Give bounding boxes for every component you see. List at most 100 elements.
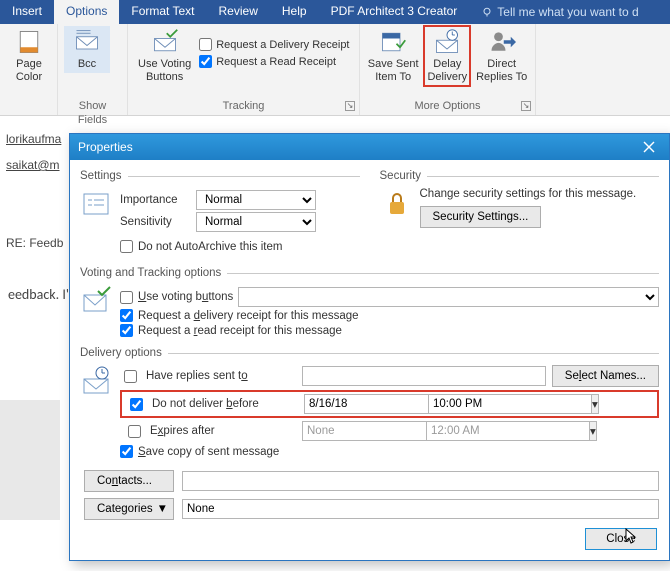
tab-help[interactable]: Help (270, 0, 319, 24)
tab-review[interactable]: Review (207, 0, 270, 24)
tell-me-search[interactable]: Tell me what you want to d (469, 0, 638, 24)
ribbon: Page Color Bcc Show Fields Use Voting Bu… (0, 24, 670, 116)
expires-time-caret[interactable]: ▾ (589, 421, 597, 441)
save-sent-item-button[interactable]: Save Sent Item To (366, 26, 420, 86)
delivery-legend: Delivery options (80, 347, 168, 359)
delivery-receipt-check[interactable] (120, 309, 133, 322)
have-replies-check[interactable] (124, 370, 137, 383)
use-voting-buttons[interactable]: Use Voting Buttons (134, 26, 195, 86)
expires-after-label: Expires after (150, 425, 296, 437)
group-more-options: Save Sent Item To Delay Delivery Direct … (360, 24, 536, 115)
ribbon-delivery-receipt-label: Request a Delivery Receipt (216, 39, 349, 51)
close-button[interactable]: Close (585, 528, 657, 550)
read-receipt-label: Request a read receipt for this message (138, 325, 342, 337)
subject-field[interactable]: RE: Feedb (6, 236, 63, 250)
delay-delivery-button[interactable]: Delay Delivery (424, 26, 470, 86)
lock-icon (380, 188, 412, 220)
background-panel (0, 400, 60, 520)
page-color-button[interactable]: Page Color (6, 26, 52, 86)
delay-delivery-icon (433, 28, 461, 56)
tab-options[interactable]: Options (54, 0, 119, 24)
security-desc: Change security settings for this messag… (420, 188, 637, 200)
save-copy-label: Save copy of sent message (138, 446, 279, 458)
expires-after-check[interactable] (128, 425, 141, 438)
direct-replies-label: Direct Replies To (476, 58, 527, 84)
properties-dialog: Properties Settings Importance (69, 133, 670, 561)
tab-format-text[interactable]: Format Text (119, 0, 206, 24)
do-not-deliver-label: Do not deliver before (152, 398, 298, 410)
ribbon-delivery-receipt[interactable]: Request a Delivery Receipt (199, 38, 349, 51)
have-replies-input[interactable] (302, 366, 546, 386)
lightbulb-icon (481, 6, 493, 18)
deliver-time-caret[interactable]: ▾ (591, 394, 599, 414)
categories-input[interactable] (182, 499, 659, 519)
group-label-more-options: More Options ↘ (366, 99, 529, 115)
have-replies-label: Have replies sent to (146, 370, 296, 382)
dialog-titlebar[interactable]: Properties (70, 134, 669, 160)
close-icon (643, 141, 655, 153)
more-options-dialog-launcher[interactable]: ↘ (521, 101, 531, 111)
settings-icon (80, 188, 112, 220)
group-label-themes (6, 99, 51, 115)
to-field[interactable]: saikat@m (6, 158, 78, 172)
chevron-down-icon: ▼ (157, 503, 168, 515)
expires-time-input (426, 421, 589, 441)
security-legend: Security (380, 170, 428, 182)
settings-legend: Settings (80, 170, 128, 182)
group-show-fields: Bcc Show Fields (58, 24, 128, 115)
no-autoarchive-label: Do not AutoArchive this item (138, 241, 282, 253)
group-tracking: Use Voting Buttons Request a Delivery Re… (128, 24, 360, 115)
voting-tracking-icon (80, 285, 112, 317)
group-themes: Page Color (0, 24, 58, 115)
voting-icon (151, 28, 179, 56)
sensitivity-label: Sensitivity (120, 216, 190, 228)
from-label: lorikaufma (6, 132, 78, 146)
do-not-deliver-check[interactable] (130, 398, 143, 411)
categories-button[interactable]: Categories▼ (84, 498, 174, 520)
page-color-label: Page Color (16, 58, 42, 84)
delay-delivery-label: Delay Delivery (427, 58, 467, 84)
delivery-receipt-label: Request a delivery receipt for this mess… (138, 310, 359, 322)
tab-insert[interactable]: Insert (0, 0, 54, 24)
ribbon-read-receipt-check[interactable] (199, 55, 212, 68)
importance-select[interactable]: Normal (196, 190, 316, 210)
direct-replies-button[interactable]: Direct Replies To (474, 26, 529, 86)
save-copy-check[interactable] (120, 445, 133, 458)
ribbon-delivery-receipt-check[interactable] (199, 38, 212, 51)
no-autoarchive-check[interactable] (120, 240, 133, 253)
tab-pdf-architect[interactable]: PDF Architect 3 Creator (319, 0, 470, 24)
voting-label: Use Voting Buttons (138, 58, 191, 84)
save-sent-icon (379, 28, 407, 56)
sensitivity-select[interactable]: Normal (196, 212, 316, 232)
ribbon-read-receipt-label: Request a Read Receipt (216, 56, 336, 68)
tell-me-label: Tell me what you want to d (497, 5, 638, 19)
group-label-show-fields: Show Fields (64, 99, 121, 115)
dialog-close-x[interactable] (629, 134, 669, 160)
use-voting-check[interactable] (120, 291, 133, 304)
tracking-dialog-launcher[interactable]: ↘ (345, 101, 355, 111)
delivery-icon (80, 365, 112, 397)
ribbon-read-receipt[interactable]: Request a Read Receipt (199, 55, 349, 68)
save-sent-label: Save Sent Item To (368, 58, 419, 84)
security-group: Security Change security settings for th… (380, 170, 660, 255)
select-names-button[interactable]: Select Names... (552, 365, 659, 387)
use-voting-label: Use voting buttons (138, 291, 233, 303)
dialog-title: Properties (78, 140, 133, 154)
voting-legend: Voting and Tracking options (80, 267, 227, 279)
contacts-button[interactable]: Contacts... (84, 470, 174, 492)
bcc-button[interactable]: Bcc (64, 26, 110, 73)
voting-tracking-group: Voting and Tracking options Use voting b… (80, 267, 659, 339)
direct-replies-icon (488, 28, 516, 56)
page-color-icon (15, 28, 43, 56)
cursor-icon (625, 528, 641, 544)
voting-options-select[interactable] (238, 287, 659, 307)
delivery-options-group: Delivery options Have replies sent to Se… (80, 347, 659, 520)
importance-label: Importance (120, 194, 190, 206)
read-receipt-check[interactable] (120, 324, 133, 337)
contacts-input[interactable] (182, 471, 659, 491)
deliver-time-input[interactable] (428, 394, 591, 414)
settings-group: Settings Importance Normal Sensi (80, 170, 360, 255)
security-settings-button[interactable]: Security Settings... (420, 206, 542, 228)
group-label-tracking: Tracking ↘ (134, 99, 353, 115)
bcc-label: Bcc (78, 58, 96, 71)
